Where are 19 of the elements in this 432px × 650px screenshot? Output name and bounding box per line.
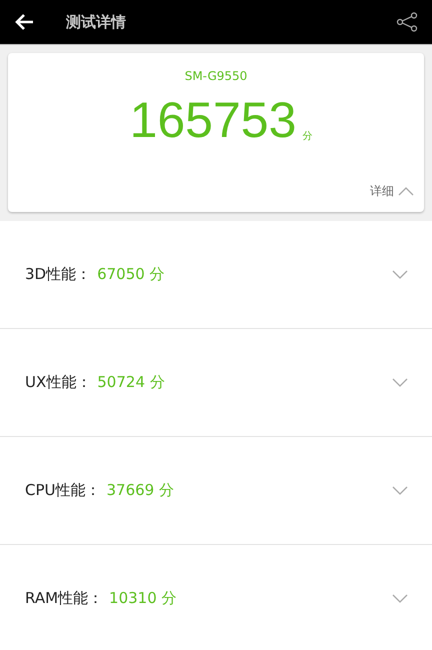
total-score: 165753	[130, 95, 296, 145]
share-icon[interactable]	[396, 12, 418, 32]
category-row[interactable]: CPU性能： 37669 分	[0, 437, 432, 545]
category-row[interactable]: 3D性能： 67050 分	[0, 221, 432, 329]
category-score: 10310 分	[109, 589, 178, 608]
page-title: 测试详情	[66, 12, 127, 32]
category-score: 37669 分	[106, 481, 175, 500]
category-score: 50724 分	[97, 373, 166, 392]
category-label: RAM性能：	[25, 589, 104, 608]
category-label: CPU性能：	[25, 481, 100, 500]
category-label: UX性能：	[25, 373, 92, 392]
back-arrow-icon[interactable]	[14, 13, 34, 31]
category-score: 67050 分	[97, 265, 166, 284]
category-label: 3D性能：	[25, 265, 92, 284]
category-row[interactable]: UX性能： 50724 分	[0, 329, 432, 437]
details-toggle[interactable]: 详细	[370, 183, 414, 200]
category-row[interactable]: RAM性能： 10310 分	[0, 545, 432, 650]
device-model: SM-G9550	[184, 69, 248, 83]
score-unit: 分	[302, 130, 312, 143]
